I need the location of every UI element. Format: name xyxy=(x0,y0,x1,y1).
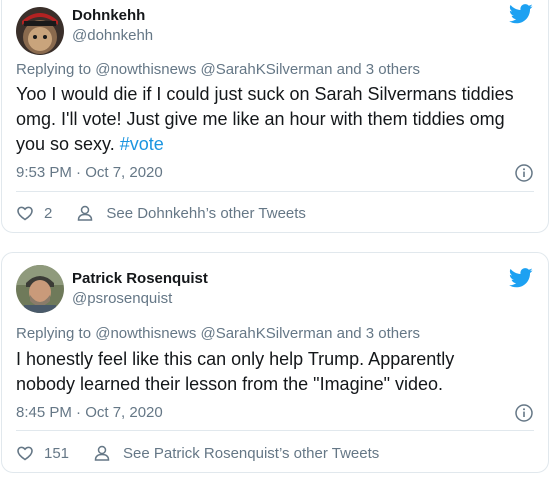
twitter-bird-icon[interactable] xyxy=(509,268,533,288)
author-name[interactable]: Dohnkehh xyxy=(72,7,145,24)
replying-to[interactable]: Replying to @nowthisnews @SarahKSilverma… xyxy=(16,61,420,78)
avatar[interactable] xyxy=(16,265,64,313)
twitter-bird-icon[interactable] xyxy=(509,4,533,24)
heart-icon[interactable] xyxy=(16,204,34,222)
author-handle[interactable]: @dohnkehh xyxy=(72,27,153,44)
tweet-actions: 151 See Patrick Rosenquist’s other Tweet… xyxy=(16,444,379,462)
heart-icon[interactable] xyxy=(16,444,34,462)
info-icon[interactable] xyxy=(515,404,533,422)
like-count[interactable]: 2 xyxy=(44,205,52,222)
author-handle[interactable]: @psrosenquist xyxy=(72,290,172,307)
avatar[interactable] xyxy=(16,7,64,55)
timestamp[interactable]: 9:53 PM · Oct 7, 2020 xyxy=(16,164,163,181)
info-icon[interactable] xyxy=(515,164,533,182)
divider xyxy=(16,191,534,192)
author-name[interactable]: Patrick Rosenquist xyxy=(72,270,208,287)
like-count[interactable]: 151 xyxy=(44,445,69,462)
tweet-text: I honestly feel like this can only help … xyxy=(16,349,455,394)
see-other-tweets-link[interactable]: See Patrick Rosenquist’s other Tweets xyxy=(123,445,379,462)
replying-to[interactable]: Replying to @nowthisnews @SarahKSilverma… xyxy=(16,325,420,342)
timestamp[interactable]: 8:45 PM · Oct 7, 2020 xyxy=(16,404,163,421)
tweet-card: Patrick Rosenquist @psrosenquist Replyin… xyxy=(1,252,549,473)
person-icon xyxy=(78,205,93,221)
tweet-actions: 2 See Dohnkehh’s other Tweets xyxy=(16,204,306,222)
tweet-text: Yoo I would die if I could just suck on … xyxy=(16,82,516,157)
see-other-tweets-link[interactable]: See Dohnkehh’s other Tweets xyxy=(106,205,306,222)
hashtag-link[interactable]: #vote xyxy=(120,134,164,154)
divider xyxy=(16,430,534,431)
tweet-card: Dohnkehh @dohnkehh Replying to @nowthisn… xyxy=(1,0,549,233)
tweet-text-body: Yoo I would die if I could just suck on … xyxy=(16,84,514,154)
person-icon xyxy=(94,445,110,461)
